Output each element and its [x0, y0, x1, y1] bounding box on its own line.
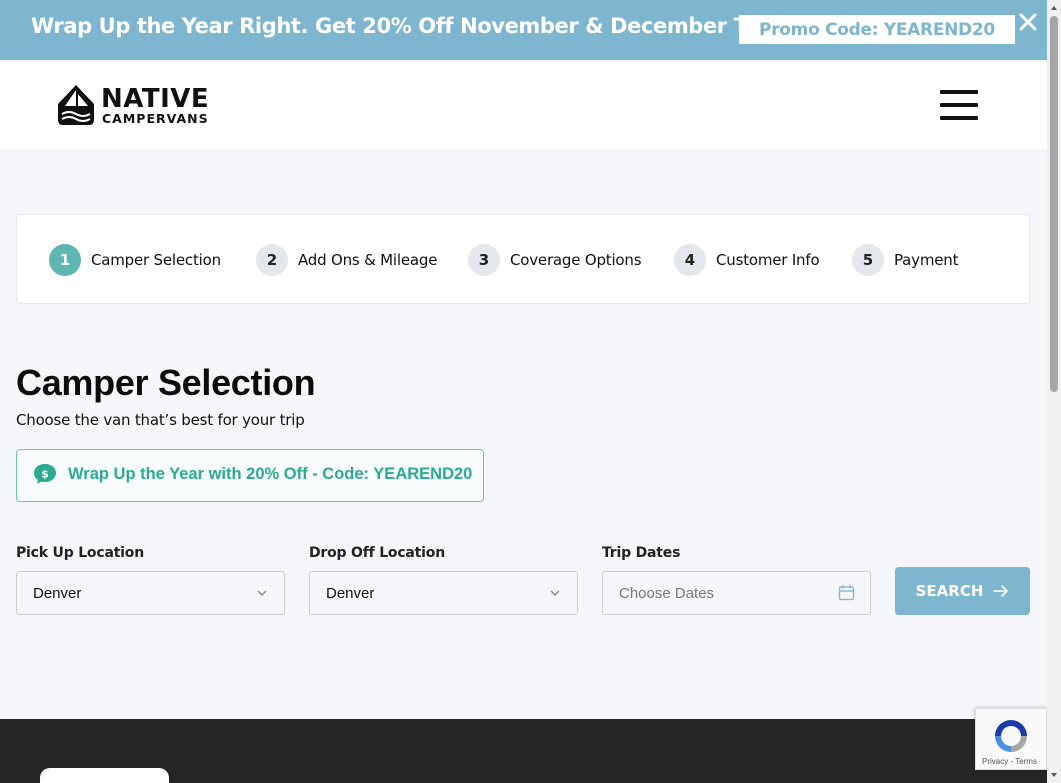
page-subtitle: Choose the van that’s best for your trip: [16, 411, 305, 429]
scroll-up-arrow-icon[interactable]: [1050, 4, 1058, 12]
promo-callout: $ Wrap Up the Year with 20% Off - Code: …: [16, 449, 484, 502]
logo[interactable]: NATIVE CAMPERVANS: [57, 84, 217, 128]
trip-dates-label: Trip Dates: [602, 545, 681, 561]
scrollbar[interactable]: [1047, 0, 1061, 783]
step-number: 2: [256, 244, 288, 276]
promo-bar: Wrap Up the Year Right. Get 20% Off Nove…: [0, 0, 1047, 60]
dropoff-location-value: Denver: [326, 585, 375, 602]
scroll-thumb[interactable]: [1050, 16, 1058, 392]
dropoff-location-select[interactable]: Denver: [309, 571, 578, 615]
step-label: Camper Selection: [91, 251, 221, 269]
pickup-location-select[interactable]: Denver: [16, 571, 285, 615]
recaptcha-links[interactable]: Privacy - Terms: [982, 757, 1037, 766]
close-icon[interactable]: [1016, 10, 1040, 34]
trip-dates-input[interactable]: [602, 571, 871, 615]
search-button[interactable]: SEARCH: [895, 567, 1030, 615]
step-camper-selection[interactable]: 1 Camper Selection: [49, 244, 221, 276]
pickup-label: Pick Up Location: [16, 545, 144, 561]
chevron-down-icon: [550, 590, 560, 596]
chevron-down-icon: [257, 590, 267, 596]
step-number: 5: [852, 244, 884, 276]
arrow-right-icon: [993, 585, 1009, 597]
step-customer-info[interactable]: 4 Customer Info: [674, 244, 820, 276]
recaptcha-icon: [995, 720, 1027, 752]
pickup-location-value: Denver: [33, 585, 82, 602]
step-label: Add Ons & Mileage: [298, 251, 438, 269]
promo-callout-text: Wrap Up the Year with 20% Off - Code: YE…: [68, 465, 473, 483]
site-footer: [0, 719, 1047, 783]
search-button-label: SEARCH: [915, 582, 984, 600]
promo-message: Wrap Up the Year Right. Get 20% Off Nove…: [31, 14, 789, 38]
dollar-chat-icon: $: [34, 464, 56, 484]
dropoff-label: Drop Off Location: [309, 545, 445, 561]
promo-code-button[interactable]: Promo Code: YEAREND20: [739, 15, 1015, 44]
step-label: Payment: [894, 251, 959, 269]
step-label: Customer Info: [716, 251, 820, 269]
scroll-down-arrow-icon[interactable]: [1050, 771, 1058, 779]
page-title: Camper Selection: [16, 362, 316, 403]
logo-text-campervans: CAMPERVANS: [102, 111, 209, 126]
campervan-logo-icon: [58, 85, 94, 125]
step-number: 1: [49, 244, 81, 276]
step-coverage-options[interactable]: 3 Coverage Options: [468, 244, 642, 276]
step-add-ons-mileage[interactable]: 2 Add Ons & Mileage: [256, 244, 437, 276]
step-label: Coverage Options: [510, 251, 642, 269]
svg-text:$: $: [41, 468, 49, 481]
hamburger-menu-icon[interactable]: [940, 90, 978, 120]
footer-card: [40, 768, 169, 783]
recaptcha-badge[interactable]: Privacy - Terms: [975, 708, 1047, 770]
step-number: 4: [674, 244, 706, 276]
calendar-icon[interactable]: [838, 584, 855, 601]
site-header: NATIVE CAMPERVANS: [0, 62, 1047, 149]
step-payment[interactable]: 5 Payment: [852, 244, 958, 276]
step-number: 3: [468, 244, 500, 276]
booking-steps: 1 Camper Selection 2 Add Ons & Mileage 3…: [16, 214, 1030, 304]
logo-text-native: NATIVE: [101, 84, 210, 114]
